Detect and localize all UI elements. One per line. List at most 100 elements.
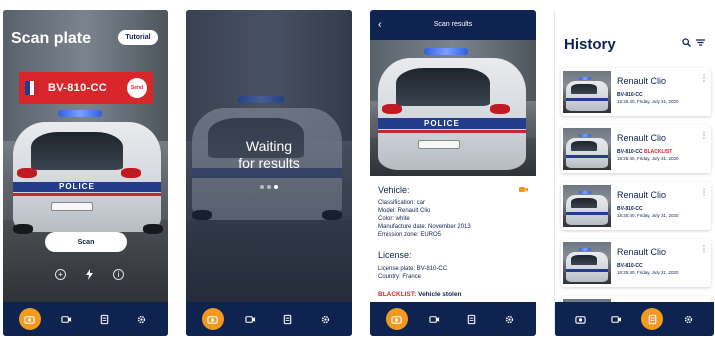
vehicle-color: Color: white xyxy=(378,216,410,222)
history-icon xyxy=(467,314,476,324)
vehicle-plate: BV-810-CC xyxy=(617,206,643,212)
camera-viewfinder[interactable]: POLICE xyxy=(3,10,168,302)
scan-timestamp: 18:25:40, Friday, July 31, 2020 xyxy=(617,99,679,104)
nav-video[interactable] xyxy=(423,308,445,330)
nav-camera[interactable] xyxy=(201,308,224,330)
scan-timestamp: 18:25:40, Friday, July 31, 2020 xyxy=(617,156,679,161)
france-flag-icon xyxy=(25,81,39,95)
send-button[interactable]: Send xyxy=(127,78,147,98)
scan-plate-screen: POLICE Scan plate Tutorial BV-810-CC Sen… xyxy=(3,10,168,336)
nav-camera[interactable] xyxy=(570,308,592,330)
bottom-nav xyxy=(555,302,714,336)
history-item[interactable]: Renault Clio BV-810-CC BLACKLIST 18:25:40,… xyxy=(561,125,711,173)
settings-icon xyxy=(321,315,329,323)
app-showcase: POLICE Scan plate Tutorial BV-810-CC Sen… xyxy=(0,0,715,338)
nav-video[interactable] xyxy=(239,308,261,330)
waiting-message: Waiting for results xyxy=(186,138,352,172)
nav-history[interactable] xyxy=(93,308,115,330)
camera-controls: + i xyxy=(55,269,124,280)
vehicle-manufacture-date: Manufacture date: November 2013 xyxy=(378,224,471,230)
bottom-nav xyxy=(370,302,536,336)
blacklist-label: BLACKLIST: xyxy=(378,291,417,298)
bottom-nav xyxy=(186,302,352,336)
bottom-nav xyxy=(3,302,168,336)
nav-camera[interactable] xyxy=(18,308,41,330)
blacklist-reason: Vehicle stolen xyxy=(418,291,462,298)
vehicle-emission-zone: Emission zone: EURO5 xyxy=(378,232,442,238)
video-icon xyxy=(61,315,72,323)
settings-icon xyxy=(684,315,692,323)
vehicle-name: Renault Clio xyxy=(617,190,667,200)
history-item[interactable]: Renault Clio BV-810-CC 18:25:40, Friday, … xyxy=(561,182,711,230)
history-item[interactable]: Renault Clio BV-810-CC 18:25:40, Friday, … xyxy=(561,68,711,116)
vehicle-heading: Vehicle: xyxy=(378,185,410,195)
nav-history[interactable] xyxy=(641,308,664,330)
nav-settings[interactable] xyxy=(130,308,152,330)
nav-video[interactable] xyxy=(56,308,78,330)
nav-settings[interactable] xyxy=(498,308,520,330)
scan-results-screen: POLICE ‹ Scan results Vehicle: Classific… xyxy=(370,10,536,336)
scan-timestamp: 18:25:40, Friday, July 31, 2020 xyxy=(617,270,679,275)
camera-icon xyxy=(575,315,587,324)
vehicle-name: Renault Clio xyxy=(617,247,667,257)
waiting-line-1: Waiting xyxy=(245,138,293,154)
more-options-icon[interactable] xyxy=(703,245,705,253)
license-plate-line: License plate: BV-810-CC xyxy=(378,266,448,272)
plate-number: BV-810-CC xyxy=(617,206,643,212)
zoom-in-icon[interactable]: + xyxy=(55,269,66,280)
filter-icon[interactable] xyxy=(696,38,705,47)
nav-camera[interactable] xyxy=(385,308,408,330)
video-icon[interactable] xyxy=(519,186,528,193)
more-options-icon[interactable] xyxy=(703,131,705,139)
nav-settings[interactable] xyxy=(314,308,336,330)
waiting-screen: Waiting for results xyxy=(186,10,352,336)
camera-icon xyxy=(391,315,402,324)
results-header: ‹ Scan results xyxy=(370,10,536,40)
flash-icon[interactable] xyxy=(84,269,95,280)
camera-icon xyxy=(24,315,35,324)
history-screen: History Renault Clio BV-810-CC 18:25:40, … xyxy=(554,10,714,336)
history-icon xyxy=(283,314,292,324)
history-item[interactable]: Renault Clio BV-810-CC 18:25:40, Friday, … xyxy=(561,239,711,287)
search-icon[interactable] xyxy=(682,38,691,47)
license-country-line: Country: France xyxy=(378,274,422,280)
nav-video[interactable] xyxy=(606,308,628,330)
history-icon xyxy=(648,314,657,324)
vehicle-thumbnail xyxy=(563,185,611,227)
plate-number: BV-810-CC xyxy=(48,82,107,94)
more-options-icon[interactable] xyxy=(703,188,705,196)
vehicle-plate: BV-810-CC xyxy=(617,92,643,98)
plate-number: BV-810-CC xyxy=(617,263,643,269)
video-icon xyxy=(245,315,255,323)
vehicle-name: Renault Clio xyxy=(617,76,667,86)
license-heading: License: xyxy=(378,250,412,260)
tutorial-button[interactable]: Tutorial xyxy=(118,30,158,45)
nav-history[interactable] xyxy=(461,308,483,330)
page-title: History xyxy=(564,36,616,53)
video-icon xyxy=(429,315,439,323)
video-icon xyxy=(611,315,622,323)
history-actions xyxy=(682,38,705,47)
detected-plate-card[interactable]: BV-810-CC Send xyxy=(19,72,153,104)
settings-icon xyxy=(505,315,513,323)
info-icon[interactable]: i xyxy=(113,269,124,280)
vehicle-classification: Classification: car xyxy=(378,200,426,206)
page-title: Scan plate xyxy=(11,30,92,47)
settings-icon xyxy=(137,315,146,323)
camera-icon xyxy=(207,315,218,324)
result-photo: POLICE xyxy=(370,40,536,176)
vehicle-thumbnail xyxy=(563,242,611,284)
vehicle-thumbnail xyxy=(563,128,611,170)
scan-button[interactable]: Scan xyxy=(45,232,127,252)
header-title: Scan results xyxy=(433,21,473,28)
blacklist-status: BLACKLIST: Vehicle stolen xyxy=(378,291,461,298)
nav-settings[interactable] xyxy=(677,308,699,330)
nav-history[interactable] xyxy=(277,308,299,330)
history-icon xyxy=(100,314,108,324)
vehicle-thumbnail xyxy=(563,71,611,113)
vehicle-name: Renault Clio xyxy=(617,133,667,143)
more-options-icon[interactable] xyxy=(703,74,705,82)
plate-number: BV-810-CC xyxy=(617,92,643,98)
plate-number: BV-810-CC xyxy=(617,149,643,155)
scan-timestamp: 18:25:40, Friday, July 31, 2020 xyxy=(617,213,679,218)
